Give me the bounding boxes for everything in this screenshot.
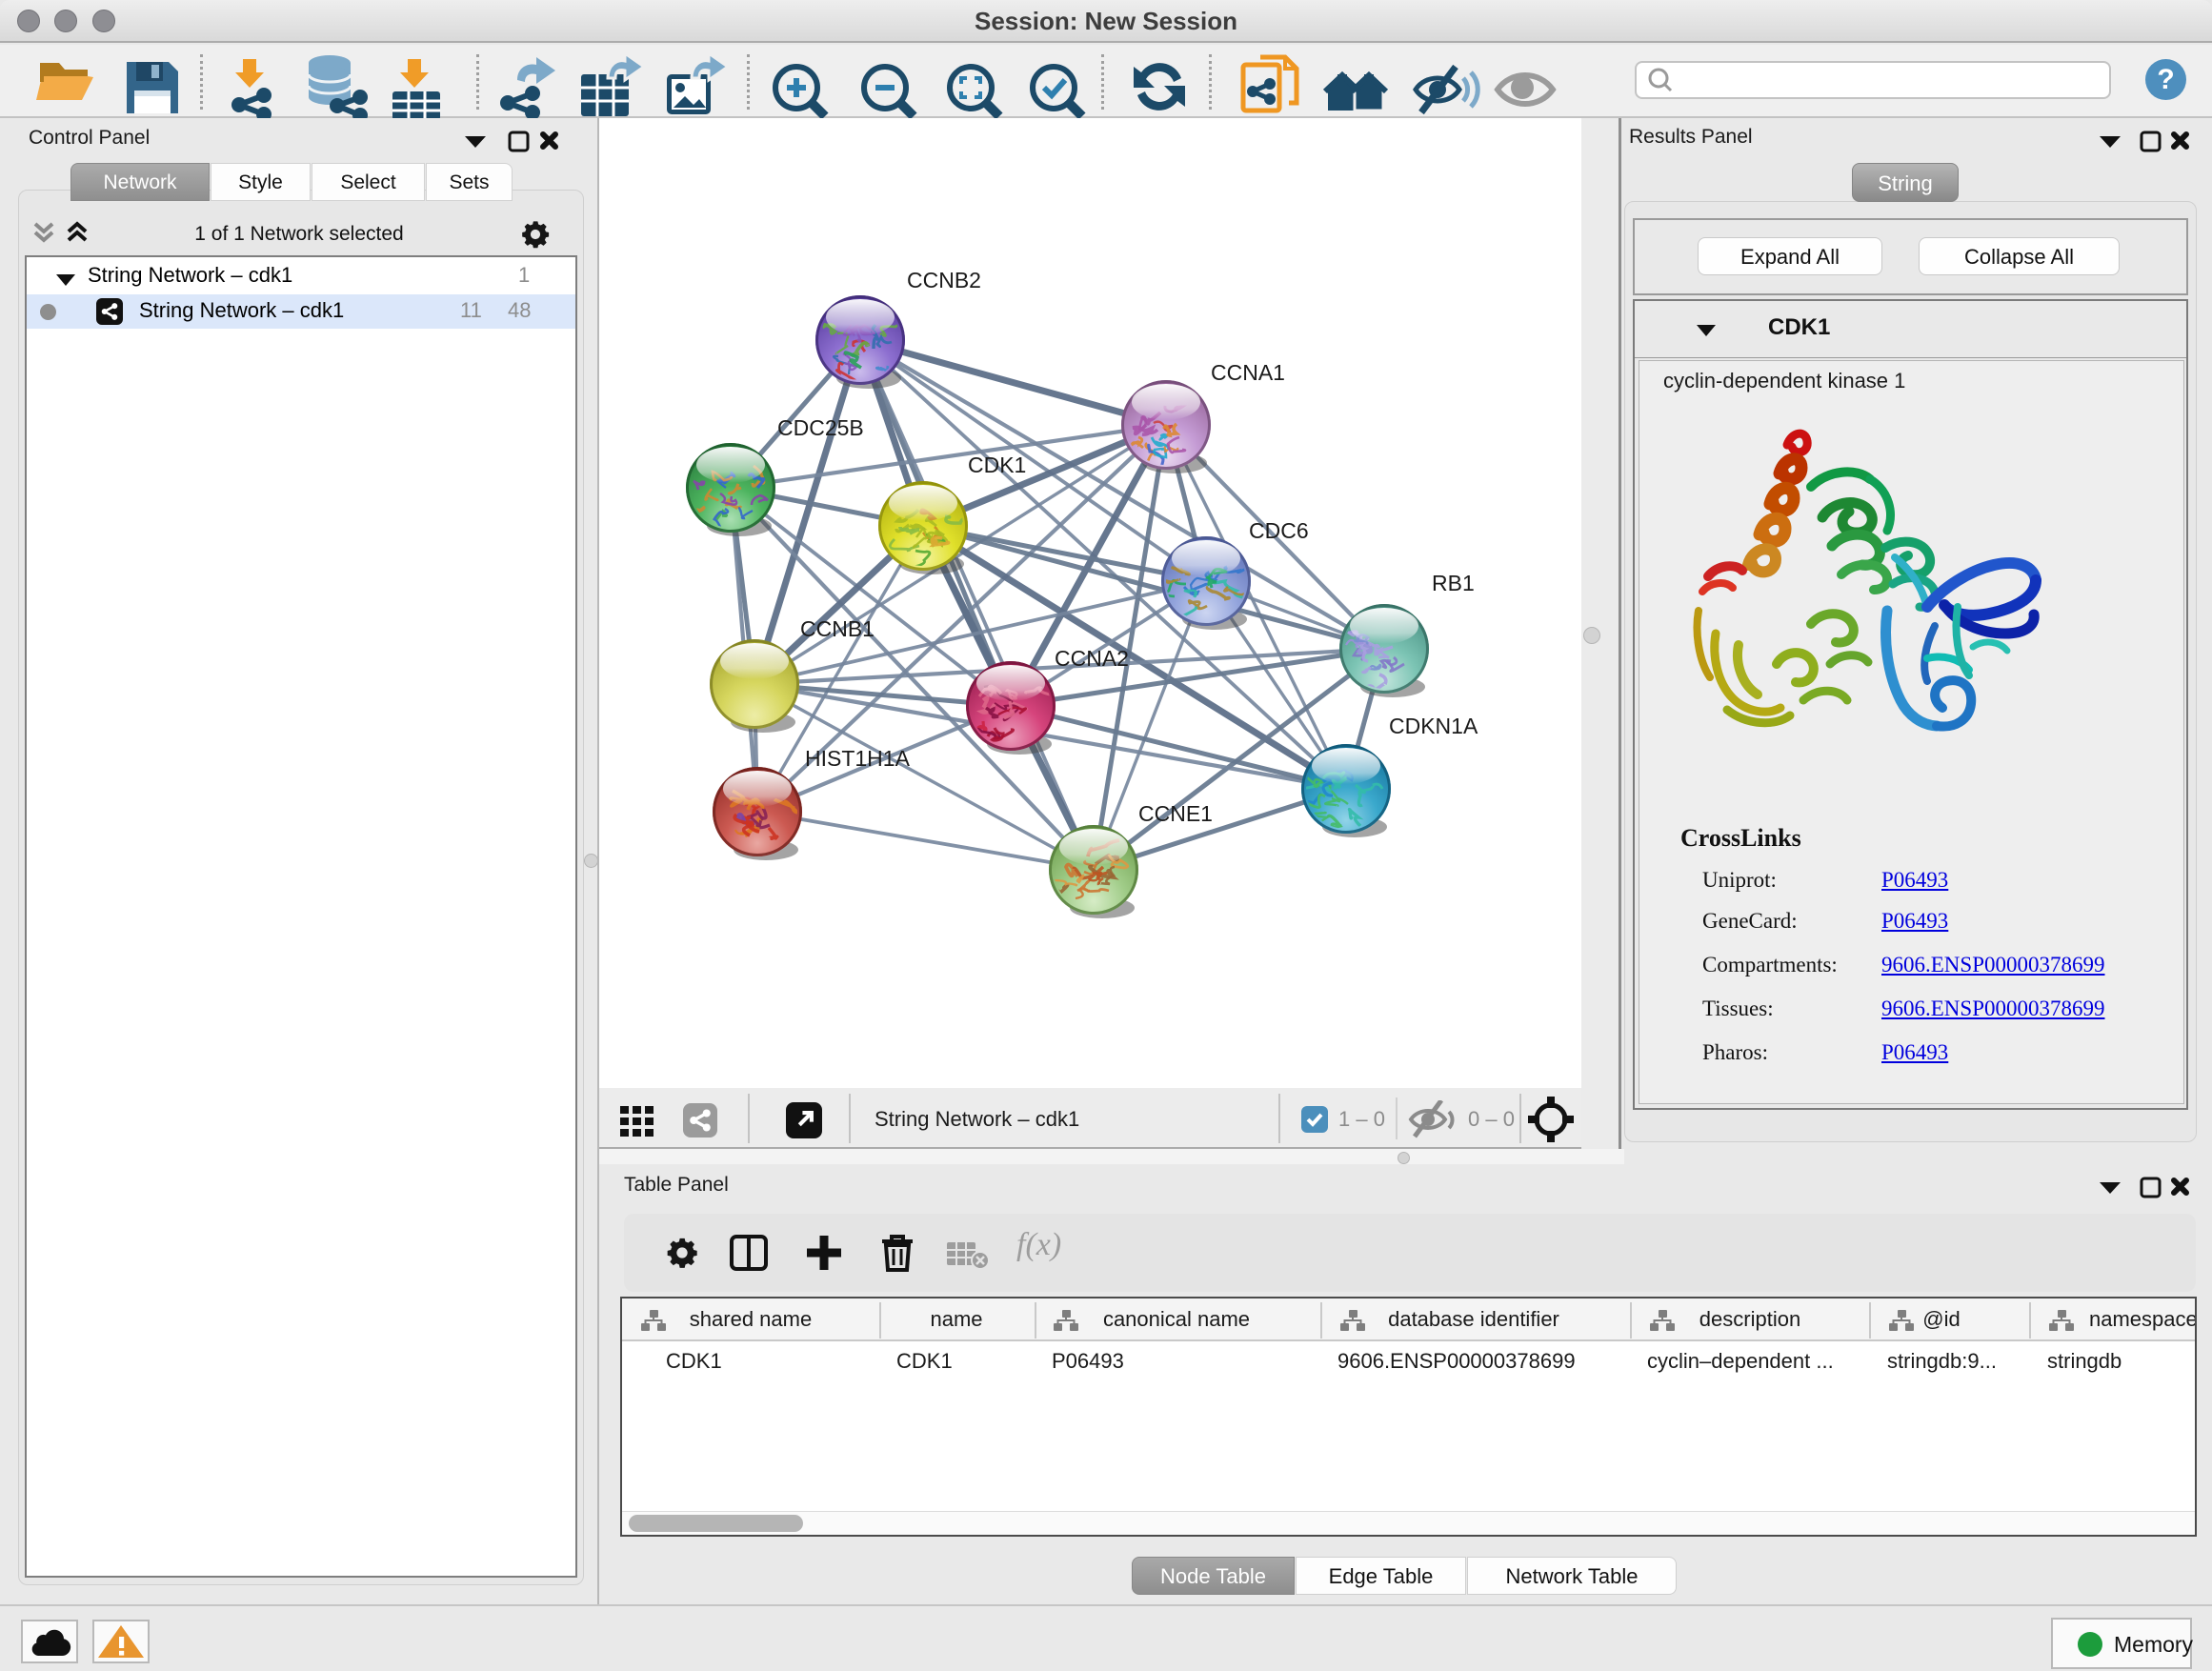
svg-text:CDC25B: CDC25B [777,415,864,440]
svg-text:CCNB2: CCNB2 [907,268,981,292]
svg-text:CCNA2: CCNA2 [1055,646,1129,671]
svg-text:CCNB1: CCNB1 [800,616,875,641]
svg-text:CCNA1: CCNA1 [1211,360,1285,385]
svg-text:CDK1: CDK1 [968,453,1026,477]
svg-text:CCNE1: CCNE1 [1138,801,1213,826]
svg-text:CDKN1A: CDKN1A [1389,714,1478,738]
svg-text:HIST1H1A: HIST1H1A [805,746,911,771]
svg-text:RB1: RB1 [1432,571,1475,595]
svg-text:CDC6: CDC6 [1249,518,1309,543]
